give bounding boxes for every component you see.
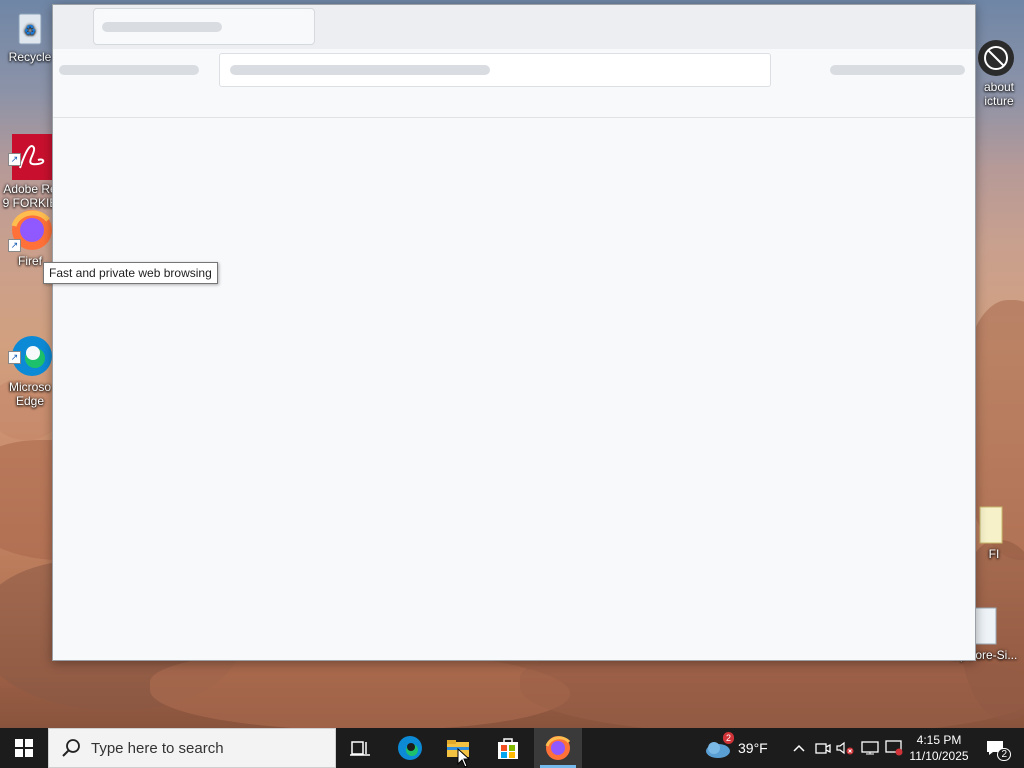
tray-display[interactable] bbox=[882, 728, 906, 768]
toolbar bbox=[53, 49, 975, 118]
action-center-button[interactable]: 2 bbox=[978, 728, 1012, 768]
recycle-bin-icon: ♻ bbox=[10, 8, 50, 48]
display-warning-icon bbox=[885, 740, 903, 756]
tray-network[interactable] bbox=[858, 728, 882, 768]
tray-overflow-button[interactable] bbox=[788, 728, 810, 768]
taskbar-firefox[interactable] bbox=[534, 728, 582, 768]
toolbar-right-skeleton bbox=[830, 65, 965, 75]
network-icon bbox=[861, 741, 879, 755]
start-button[interactable] bbox=[0, 728, 48, 768]
edge-icon: ↗ bbox=[8, 318, 52, 376]
tray-volume[interactable] bbox=[834, 728, 856, 768]
search-placeholder: Type here to search bbox=[91, 739, 224, 757]
weather-badge: 2 bbox=[722, 732, 734, 744]
chevron-up-icon bbox=[793, 744, 805, 752]
notification-count: 2 bbox=[997, 748, 1011, 761]
clock-time: 4:15 PM bbox=[916, 733, 962, 747]
weather-widget[interactable]: 2 39°F bbox=[704, 728, 774, 768]
shortcut-arrow-icon: ↗ bbox=[8, 153, 21, 166]
task-view-icon bbox=[350, 741, 370, 756]
tray-meet-now[interactable] bbox=[812, 728, 834, 768]
tab-title-skeleton bbox=[102, 22, 222, 32]
url-skeleton bbox=[230, 65, 490, 75]
task-view-button[interactable] bbox=[340, 728, 380, 768]
mouse-cursor bbox=[457, 748, 471, 768]
url-bar[interactable] bbox=[219, 53, 771, 87]
taskbar-store[interactable] bbox=[484, 728, 532, 768]
search-icon bbox=[62, 739, 80, 757]
desktop-icon-label: about icture bbox=[983, 80, 1015, 108]
firefox-icon: ↗ bbox=[8, 206, 52, 252]
no-symbol-icon bbox=[976, 24, 1016, 76]
taskbar: Type here to search 2 39°F 4:15 PM 11/10… bbox=[0, 728, 1024, 768]
tab-bar bbox=[53, 5, 975, 49]
page-content bbox=[53, 118, 975, 660]
clock[interactable]: 4:15 PM 11/10/2025 bbox=[906, 728, 972, 768]
adobe-reader-icon: ↗ bbox=[8, 120, 52, 180]
file-icon bbox=[976, 505, 1006, 545]
firefox-icon bbox=[545, 736, 571, 760]
weather-temp: 39°F bbox=[738, 740, 768, 756]
store-icon bbox=[498, 738, 518, 759]
notification-icon: 2 bbox=[985, 739, 1011, 761]
nav-skeleton bbox=[59, 65, 199, 75]
taskbar-search-box[interactable]: Type here to search bbox=[48, 728, 336, 768]
windows-logo-icon bbox=[15, 739, 33, 757]
volume-muted-icon bbox=[836, 741, 854, 755]
clock-date: 11/10/2025 bbox=[909, 749, 969, 763]
taskbar-edge[interactable] bbox=[386, 728, 434, 768]
weather-icon: 2 bbox=[704, 732, 734, 760]
tooltip: Fast and private web browsing bbox=[43, 262, 218, 284]
edge-icon bbox=[398, 736, 422, 760]
browser-window[interactable] bbox=[52, 4, 976, 661]
shortcut-arrow-icon: ↗ bbox=[8, 239, 21, 252]
tab-placeholder[interactable] bbox=[93, 8, 315, 45]
svg-text:♻: ♻ bbox=[24, 22, 37, 38]
shortcut-arrow-icon: ↗ bbox=[8, 351, 21, 364]
camera-icon bbox=[815, 743, 831, 754]
